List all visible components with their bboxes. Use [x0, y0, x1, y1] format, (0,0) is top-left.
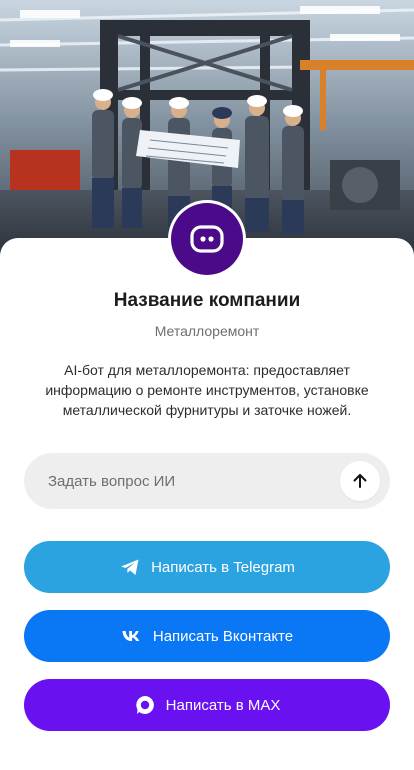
page: Название компании Металлоремонт AI-бот д… — [0, 0, 414, 770]
max-button-label: Написать в MAX — [165, 696, 281, 714]
vk-button-label: Написать Вконтакте — [152, 627, 294, 645]
max-button[interactable]: Написать в MAX — [24, 679, 390, 731]
ask-ai-field — [24, 453, 390, 509]
company-avatar — [168, 200, 246, 278]
telegram-button-label: Написать в Telegram — [151, 558, 295, 576]
company-name: Название компании — [113, 290, 301, 311]
ask-ai-input[interactable] — [48, 453, 348, 509]
bot-avatar-icon — [171, 203, 243, 275]
company-category: Металлоремонт — [154, 323, 260, 339]
send-button[interactable] — [340, 461, 380, 501]
vk-icon — [121, 625, 143, 647]
telegram-icon — [119, 556, 141, 578]
telegram-button[interactable]: Написать в Telegram — [24, 541, 390, 593]
arrow-up-icon — [353, 474, 367, 488]
company-description: AI-бот для металлоремонта: предоставляет… — [45, 362, 369, 418]
vk-button[interactable]: Написать Вконтакте — [24, 610, 390, 662]
max-icon — [134, 694, 156, 716]
